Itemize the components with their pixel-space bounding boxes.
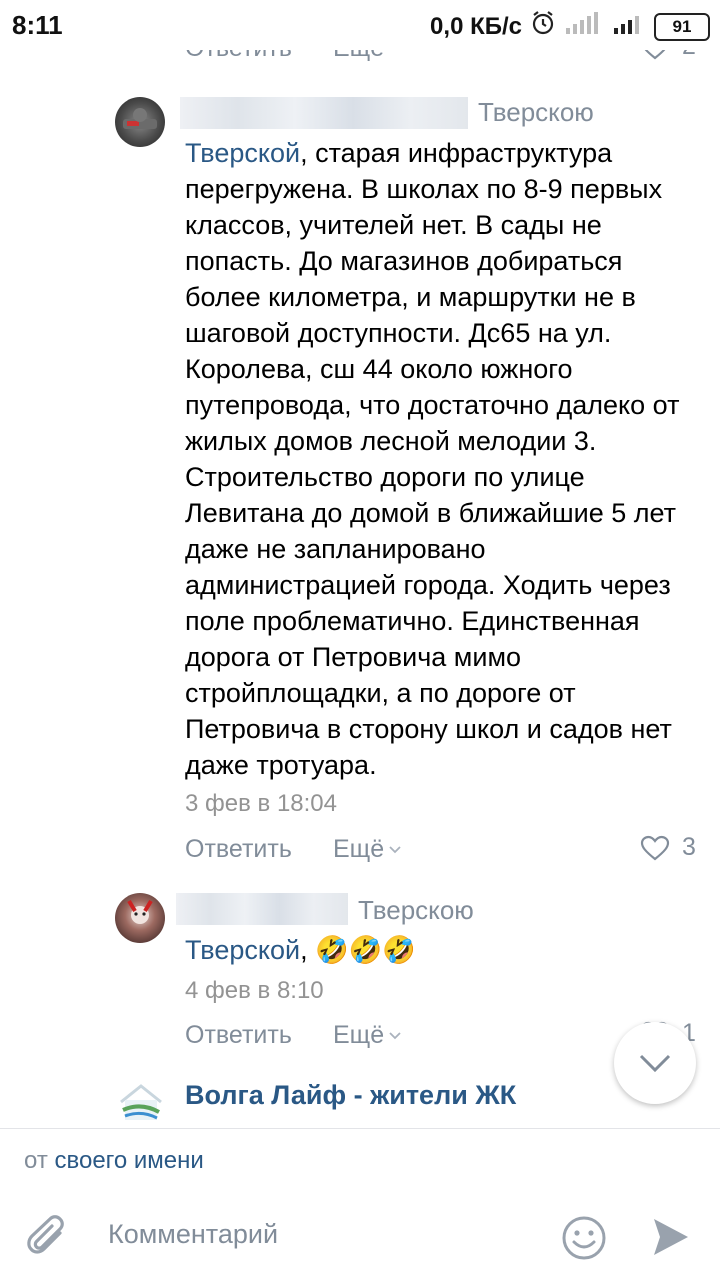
- status-bar: 8:11 0,0 КБ/с 91: [0, 0, 720, 50]
- network-speed: 0,0 КБ/с: [430, 12, 522, 40]
- comment-body: , 🤣🤣🤣: [300, 935, 416, 965]
- comment: Тверскою Тверской, 🤣🤣🤣 4 фев в 8:10 Отве…: [0, 0, 720, 1060]
- avatar[interactable]: [115, 893, 165, 943]
- post-as-link[interactable]: своего имени: [54, 1147, 203, 1174]
- signal-icon: [564, 11, 604, 42]
- post-as-prefix: от: [24, 1147, 48, 1174]
- status-time: 8:11: [12, 10, 63, 40]
- reply-button[interactable]: Ответить: [185, 1021, 292, 1050]
- comment-text: Тверской, 🤣🤣🤣: [185, 932, 695, 968]
- battery-icon: 91: [654, 12, 710, 41]
- post-as-row[interactable]: от своего имени: [24, 1147, 204, 1175]
- chevron-down-icon: [389, 1031, 401, 1039]
- comment-input-row: Комментарий: [0, 1199, 720, 1279]
- signal-2-icon: [612, 11, 646, 42]
- comments-feed[interactable]: Ответить Ещё 2 Тверскою Тверской, старая…: [0, 0, 720, 1128]
- emoji-icon[interactable]: [560, 1214, 608, 1267]
- battery-level: 91: [672, 16, 692, 36]
- comment-composer: от своего имени Комментарий: [0, 1128, 720, 1281]
- comment-input[interactable]: Комментарий: [108, 1219, 278, 1250]
- more-label: Ещё: [333, 1021, 385, 1049]
- reply-to-name[interactable]: Тверскою: [358, 895, 474, 926]
- more-button[interactable]: Ещё: [333, 1021, 402, 1050]
- status-icons: 0,0 КБ/с 91: [430, 10, 710, 43]
- alarm-icon: [530, 10, 556, 43]
- comment-date: 4 фев в 8:10: [185, 977, 324, 1004]
- group-avatar[interactable]: [115, 1080, 167, 1125]
- group-author-name[interactable]: Волга Лайф - жители ЖК: [185, 1080, 516, 1111]
- chevron-down-icon: [639, 1054, 671, 1073]
- scroll-down-button[interactable]: [614, 1022, 696, 1104]
- mention-link[interactable]: Тверской: [185, 935, 300, 965]
- attach-icon[interactable]: [26, 1213, 70, 1268]
- send-icon[interactable]: [650, 1215, 692, 1264]
- author-name-blurred[interactable]: [176, 893, 348, 925]
